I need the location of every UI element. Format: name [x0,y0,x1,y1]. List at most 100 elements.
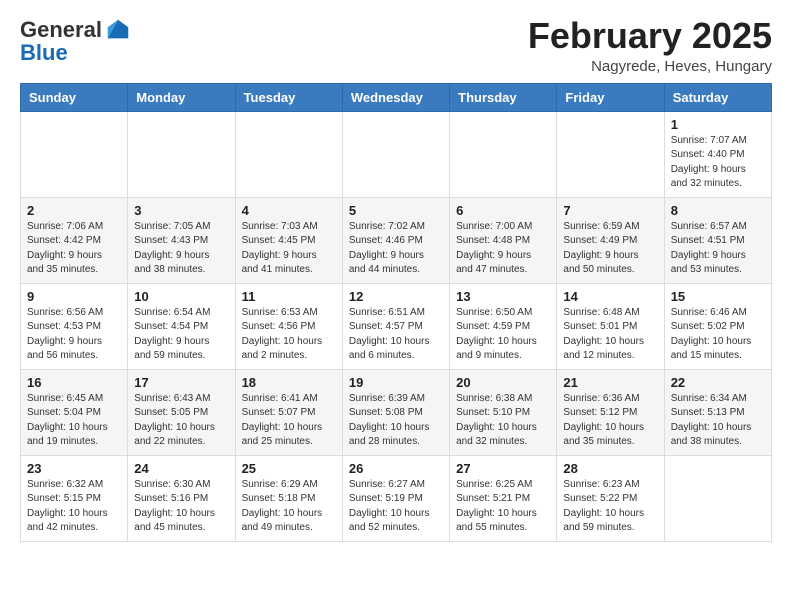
day-info: Sunrise: 6:30 AM Sunset: 5:16 PM Dayligh… [134,478,228,536]
calendar-cell: 12 Sunrise: 6:51 AM Sunset: 4:57 PM Dayli… [342,283,449,369]
day-number: 10 [134,289,228,304]
day-info: Sunrise: 7:02 AM Sunset: 4:46 PM Dayligh… [349,220,443,278]
day-info: Sunrise: 6:32 AM Sunset: 5:15 PM Dayligh… [27,478,121,536]
day-number: 24 [134,461,228,476]
day-number: 12 [349,289,443,304]
day-number: 8 [671,203,765,218]
day-info: Sunrise: 6:27 AM Sunset: 5:19 PM Dayligh… [349,478,443,536]
calendar-cell: 28 Sunrise: 6:23 AM Sunset: 5:22 PM Dayli… [557,455,664,541]
weekday-header-tuesday: Tuesday [235,83,342,111]
calendar-cell: 14 Sunrise: 6:48 AM Sunset: 5:01 PM Dayli… [557,283,664,369]
day-number: 18 [242,375,336,390]
day-number: 26 [349,461,443,476]
calendar: SundayMondayTuesdayWednesdayThursdayFrid… [20,83,772,542]
calendar-cell: 4 Sunrise: 7:03 AM Sunset: 4:45 PM Daylig… [235,197,342,283]
calendar-cell: 13 Sunrise: 6:50 AM Sunset: 4:59 PM Dayli… [450,283,557,369]
day-info: Sunrise: 6:53 AM Sunset: 4:56 PM Dayligh… [242,306,336,364]
calendar-cell: 6Sunrise: 7:00 AM Sunset: 4:48 PM Daylig… [450,197,557,283]
day-info: Sunrise: 6:59 AM Sunset: 4:49 PM Dayligh… [563,220,657,278]
day-info: Sunrise: 7:07 AM Sunset: 4:40 PM Dayligh… [671,134,765,192]
day-number: 20 [456,375,550,390]
day-info: Sunrise: 6:45 AM Sunset: 5:04 PM Dayligh… [27,392,121,450]
day-number: 14 [563,289,657,304]
day-info: Sunrise: 7:03 AM Sunset: 4:45 PM Dayligh… [242,220,336,278]
day-info: Sunrise: 6:39 AM Sunset: 5:08 PM Dayligh… [349,392,443,450]
calendar-cell: 24 Sunrise: 6:30 AM Sunset: 5:16 PM Dayli… [128,455,235,541]
day-number: 1 [671,117,765,132]
calendar-cell: 11 Sunrise: 6:53 AM Sunset: 4:56 PM Dayli… [235,283,342,369]
day-info: Sunrise: 6:38 AM Sunset: 5:10 PM Dayligh… [456,392,550,450]
calendar-cell: 15 Sunrise: 6:46 AM Sunset: 5:02 PM Dayli… [664,283,771,369]
day-number: 7 [563,203,657,218]
weekday-header-monday: Monday [128,83,235,111]
day-number: 2 [27,203,121,218]
calendar-cell: 19Sunrise: 6:39 AM Sunset: 5:08 PM Dayli… [342,369,449,455]
page: General Blue February 2025 Nagyrede, Hev… [0,0,792,562]
weekday-header-wednesday: Wednesday [342,83,449,111]
calendar-cell: 5Sunrise: 7:02 AM Sunset: 4:46 PM Daylig… [342,197,449,283]
calendar-cell: 26 Sunrise: 6:27 AM Sunset: 5:19 PM Dayli… [342,455,449,541]
weekday-header-saturday: Saturday [664,83,771,111]
day-number: 16 [27,375,121,390]
day-info: Sunrise: 6:46 AM Sunset: 5:02 PM Dayligh… [671,306,765,364]
calendar-cell [450,111,557,197]
day-info: Sunrise: 6:34 AM Sunset: 5:13 PM Dayligh… [671,392,765,450]
calendar-cell: 21 Sunrise: 6:36 AM Sunset: 5:12 PM Dayli… [557,369,664,455]
day-number: 9 [27,289,121,304]
calendar-cell: 23 Sunrise: 6:32 AM Sunset: 5:15 PM Dayli… [21,455,128,541]
day-number: 11 [242,289,336,304]
month-title: February 2025 [528,16,772,56]
week-row-4: 16 Sunrise: 6:45 AM Sunset: 5:04 PM Dayli… [21,369,772,455]
calendar-cell: 27 Sunrise: 6:25 AM Sunset: 5:21 PM Dayli… [450,455,557,541]
calendar-cell: 18 Sunrise: 6:41 AM Sunset: 5:07 PM Dayli… [235,369,342,455]
day-info: Sunrise: 6:50 AM Sunset: 4:59 PM Dayligh… [456,306,550,364]
calendar-cell [21,111,128,197]
week-row-3: 9 Sunrise: 6:56 AM Sunset: 4:53 PM Daylig… [21,283,772,369]
header: General Blue February 2025 Nagyrede, Hev… [20,16,772,75]
calendar-cell [128,111,235,197]
day-number: 4 [242,203,336,218]
calendar-cell: 16 Sunrise: 6:45 AM Sunset: 5:04 PM Dayli… [21,369,128,455]
day-info: Sunrise: 6:48 AM Sunset: 5:01 PM Dayligh… [563,306,657,364]
day-info: Sunrise: 6:41 AM Sunset: 5:07 PM Dayligh… [242,392,336,450]
day-info: Sunrise: 6:36 AM Sunset: 5:12 PM Dayligh… [563,392,657,450]
day-number: 17 [134,375,228,390]
day-info: Sunrise: 7:05 AM Sunset: 4:43 PM Dayligh… [134,220,228,278]
day-number: 13 [456,289,550,304]
week-row-5: 23 Sunrise: 6:32 AM Sunset: 5:15 PM Dayli… [21,455,772,541]
location-title: Nagyrede, Heves, Hungary [528,58,772,75]
day-info: Sunrise: 6:57 AM Sunset: 4:51 PM Dayligh… [671,220,765,278]
day-info: Sunrise: 6:29 AM Sunset: 5:18 PM Dayligh… [242,478,336,536]
day-info: Sunrise: 6:54 AM Sunset: 4:54 PM Dayligh… [134,306,228,364]
calendar-cell [235,111,342,197]
day-number: 28 [563,461,657,476]
calendar-cell: 20 Sunrise: 6:38 AM Sunset: 5:10 PM Dayli… [450,369,557,455]
day-number: 22 [671,375,765,390]
week-row-2: 2Sunrise: 7:06 AM Sunset: 4:42 PM Daylig… [21,197,772,283]
calendar-cell: 2Sunrise: 7:06 AM Sunset: 4:42 PM Daylig… [21,197,128,283]
day-number: 23 [27,461,121,476]
calendar-cell: 10 Sunrise: 6:54 AM Sunset: 4:54 PM Dayli… [128,283,235,369]
day-info: Sunrise: 6:51 AM Sunset: 4:57 PM Dayligh… [349,306,443,364]
day-number: 15 [671,289,765,304]
calendar-cell: 17 Sunrise: 6:43 AM Sunset: 5:05 PM Dayli… [128,369,235,455]
day-info: Sunrise: 6:25 AM Sunset: 5:21 PM Dayligh… [456,478,550,536]
calendar-cell [664,455,771,541]
weekday-header-sunday: Sunday [21,83,128,111]
calendar-cell [557,111,664,197]
calendar-cell [342,111,449,197]
day-info: Sunrise: 6:23 AM Sunset: 5:22 PM Dayligh… [563,478,657,536]
calendar-cell: 22 Sunrise: 6:34 AM Sunset: 5:13 PM Dayli… [664,369,771,455]
calendar-cell: 1 Sunrise: 7:07 AM Sunset: 4:40 PM Daylig… [664,111,771,197]
day-info: Sunrise: 6:43 AM Sunset: 5:05 PM Dayligh… [134,392,228,450]
day-info: Sunrise: 6:56 AM Sunset: 4:53 PM Dayligh… [27,306,121,364]
weekday-header-thursday: Thursday [450,83,557,111]
calendar-cell: 7 Sunrise: 6:59 AM Sunset: 4:49 PM Daylig… [557,197,664,283]
weekday-header-row: SundayMondayTuesdayWednesdayThursdayFrid… [21,83,772,111]
logo-icon [104,16,132,44]
calendar-cell: 3Sunrise: 7:05 AM Sunset: 4:43 PM Daylig… [128,197,235,283]
day-number: 21 [563,375,657,390]
logo: General Blue [20,16,132,66]
calendar-cell: 8 Sunrise: 6:57 AM Sunset: 4:51 PM Daylig… [664,197,771,283]
day-number: 27 [456,461,550,476]
